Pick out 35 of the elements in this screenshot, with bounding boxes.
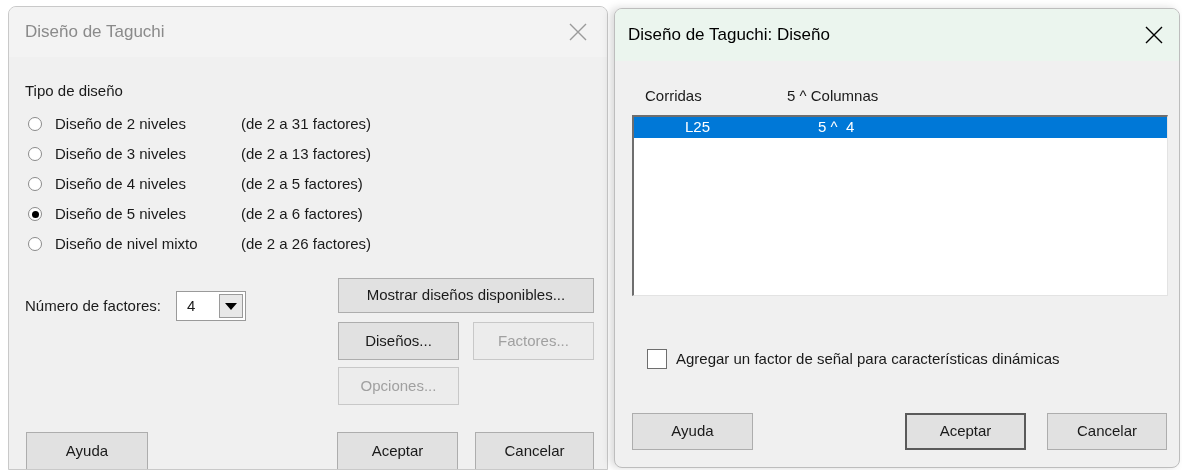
radio-label[interactable]: Diseño de nivel mixto xyxy=(55,232,241,256)
radio-button[interactable] xyxy=(28,237,42,251)
button[interactable]: Aceptar xyxy=(905,412,1026,450)
checkbox[interactable] xyxy=(647,349,667,370)
factor-range: (de 2 a 5 factores) xyxy=(241,173,363,194)
factor-count-dropdown[interactable]: 4 xyxy=(175,291,246,321)
button[interactable]: Aceptar xyxy=(337,432,458,469)
group-label: Tipo de diseño xyxy=(25,81,123,101)
button[interactable]: Mostrar diseños disponibles... xyxy=(338,278,594,313)
caret-icon[interactable] xyxy=(218,294,243,318)
factor-range: (de 2 a 13 factores) xyxy=(241,143,372,164)
checkbox-label[interactable]: Agregar un factor de señal para características dinámicas xyxy=(676,348,1060,371)
radio-button[interactable] xyxy=(28,117,42,131)
button[interactable]: Cancelar xyxy=(475,432,594,469)
column-header: Corridas xyxy=(645,85,703,106)
radio-label[interactable]: Diseño de 3 niveles xyxy=(55,142,241,166)
radio-button[interactable] xyxy=(28,147,42,161)
radio-label[interactable]: Diseño de 5 niveles xyxy=(55,202,241,226)
button[interactable]: Diseños... xyxy=(338,322,459,360)
field-label: Número de factores: xyxy=(25,295,161,316)
radio-label[interactable]: Diseño de 4 niveles xyxy=(55,172,241,196)
close-icon[interactable] xyxy=(1145,26,1163,44)
factor-range: (de 2 a 26 factores) xyxy=(241,233,372,254)
window-title: Diseño de Taguchi: Diseño xyxy=(628,24,830,47)
column-header: 5 ^ Columnas xyxy=(787,85,879,106)
window-title: Diseño de Taguchi xyxy=(25,21,165,44)
factor-range: (de 2 a 6 factores) xyxy=(241,203,363,224)
list-row[interactable]: L25 5 ^ 4 xyxy=(634,117,1167,138)
button[interactable]: Ayuda xyxy=(26,432,148,469)
radio-button[interactable] xyxy=(28,207,42,221)
button[interactable]: Cancelar xyxy=(1047,412,1167,450)
factor-range: (de 2 a 31 factores) xyxy=(241,113,372,134)
button[interactable]: Ayuda xyxy=(632,412,753,450)
radio-button[interactable] xyxy=(28,177,42,191)
radio-label[interactable]: Diseño de 2 niveles xyxy=(55,112,241,136)
